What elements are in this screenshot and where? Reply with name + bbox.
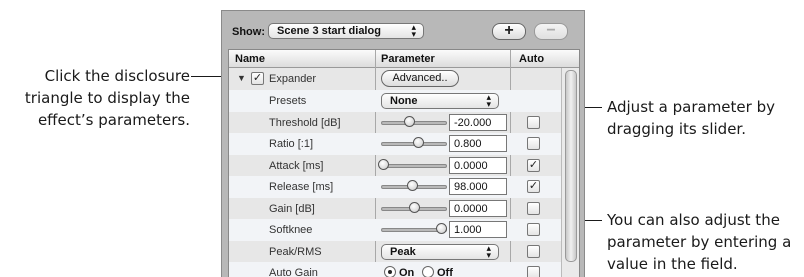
- parameter-value-field[interactable]: 0.0000: [449, 156, 507, 174]
- parameter-row: Peak/RMS Peak ▴ ▾: [229, 241, 561, 263]
- parameter-popup[interactable]: Peak ▴ ▾: [381, 242, 499, 260]
- slider-knob[interactable]: [407, 180, 419, 191]
- header-parameter[interactable]: Parameter: [381, 53, 435, 65]
- callout-line: You can also adjust the: [607, 211, 780, 229]
- parameter-name: Attack [ms]: [269, 159, 324, 172]
- effect-row: ▼ ✓ Expander Advanced..: [229, 68, 561, 90]
- header-name[interactable]: Name: [235, 53, 265, 65]
- callout-line: Click the disclosure: [44, 67, 190, 85]
- auto-checkbox[interactable]: [527, 266, 540, 277]
- parameter-popup-value: Peak: [390, 245, 416, 258]
- parameter-row: Softknee 1.000: [229, 219, 561, 241]
- callout-line: value in the field.: [607, 255, 738, 273]
- auto-checkbox[interactable]: [527, 137, 540, 150]
- callout-line: effect’s parameters.: [37, 111, 190, 129]
- radio-off[interactable]: [422, 266, 434, 277]
- auto-checkbox[interactable]: [527, 223, 540, 236]
- callout-line: triangle to display the: [24, 89, 190, 107]
- parameter-row: Presets None ▴ ▾: [229, 90, 561, 112]
- header-auto[interactable]: Auto: [519, 53, 544, 65]
- effects-panel: Show: Scene 3 start dialog ▴ ▾ + − Name P…: [221, 10, 585, 277]
- parameter-name: Threshold [dB]: [269, 116, 341, 129]
- parameter-name: Peak/RMS: [269, 245, 322, 258]
- parameter-popup[interactable]: None ▴ ▾: [381, 93, 499, 109]
- callout-field: You can also adjust the parameter by ent…: [607, 209, 804, 275]
- auto-checkbox[interactable]: [527, 244, 540, 258]
- slider-knob[interactable]: [435, 223, 447, 234]
- slider-knob[interactable]: [412, 137, 424, 148]
- parameters-table: Name Parameter Auto ▼ ✓ Expander Advance…: [228, 49, 580, 277]
- slider-knob[interactable]: [378, 158, 389, 170]
- table-header: Name Parameter Auto: [229, 50, 579, 68]
- popup-arrows-icon: ▴ ▾: [486, 242, 491, 260]
- popup-arrows-icon: ▴ ▾: [411, 22, 416, 39]
- parameter-value-field[interactable]: 0.0000: [449, 199, 507, 217]
- effect-name: Expander: [269, 73, 317, 85]
- auto-checkbox[interactable]: [527, 201, 540, 215]
- radio-on[interactable]: [384, 266, 396, 277]
- parameter-name: Gain [dB]: [269, 202, 315, 215]
- slider-knob[interactable]: [404, 115, 416, 127]
- auto-checkbox[interactable]: [527, 115, 540, 129]
- parameter-value-field[interactable]: -20.000: [449, 113, 507, 131]
- auto-checkbox[interactable]: ✓: [527, 180, 540, 193]
- callout-disclosure: Click the disclosure triangle to display…: [0, 65, 190, 131]
- parameter-value-field[interactable]: 98.000: [449, 178, 507, 195]
- slider-knob[interactable]: [409, 201, 421, 213]
- advanced-button[interactable]: Advanced..: [381, 70, 459, 87]
- show-popup-value: Scene 3 start dialog: [277, 25, 381, 37]
- callout-line: dragging its slider.: [607, 120, 746, 138]
- parameter-row: Release [ms] 98.000 ✓: [229, 176, 561, 198]
- show-label: Show:: [232, 26, 265, 38]
- parameter-row: Attack [ms] 0.0000 ✓: [229, 155, 561, 177]
- parameter-row: Ratio [:1] 0.800: [229, 133, 561, 155]
- popup-arrows-icon: ▴ ▾: [486, 92, 491, 109]
- parameter-name: Release [ms]: [269, 181, 334, 193]
- parameter-slider[interactable]: [381, 163, 447, 168]
- parameter-value-field[interactable]: 0.800: [449, 135, 507, 152]
- remove-effect-button[interactable]: −: [534, 23, 568, 40]
- callout-line: Adjust a parameter by: [607, 98, 775, 116]
- disclosure-triangle-icon[interactable]: ▼: [237, 73, 246, 83]
- scrollbar-thumb[interactable]: [565, 70, 577, 262]
- parameter-name: Presets: [269, 95, 307, 107]
- parameter-row: Auto Gain On Off: [229, 262, 561, 277]
- callout-line: parameter by entering a: [607, 233, 792, 251]
- parameter-value-field[interactable]: 1.000: [449, 221, 507, 238]
- parameter-row: Gain [dB] 0.0000: [229, 198, 561, 220]
- parameter-name: Softknee: [269, 224, 313, 236]
- show-popup[interactable]: Scene 3 start dialog ▴ ▾: [268, 23, 424, 39]
- parameter-name: Ratio [:1]: [269, 138, 314, 150]
- add-effect-button[interactable]: +: [492, 23, 526, 40]
- parameter-row: Threshold [dB] -20.000: [229, 112, 561, 134]
- parameter-popup-value: None: [390, 95, 418, 107]
- effect-enabled-checkbox[interactable]: ✓: [251, 72, 264, 85]
- auto-checkbox[interactable]: ✓: [527, 158, 540, 172]
- callout-slider: Adjust a parameter by dragging its slide…: [607, 96, 804, 140]
- scrollbar[interactable]: [561, 68, 579, 277]
